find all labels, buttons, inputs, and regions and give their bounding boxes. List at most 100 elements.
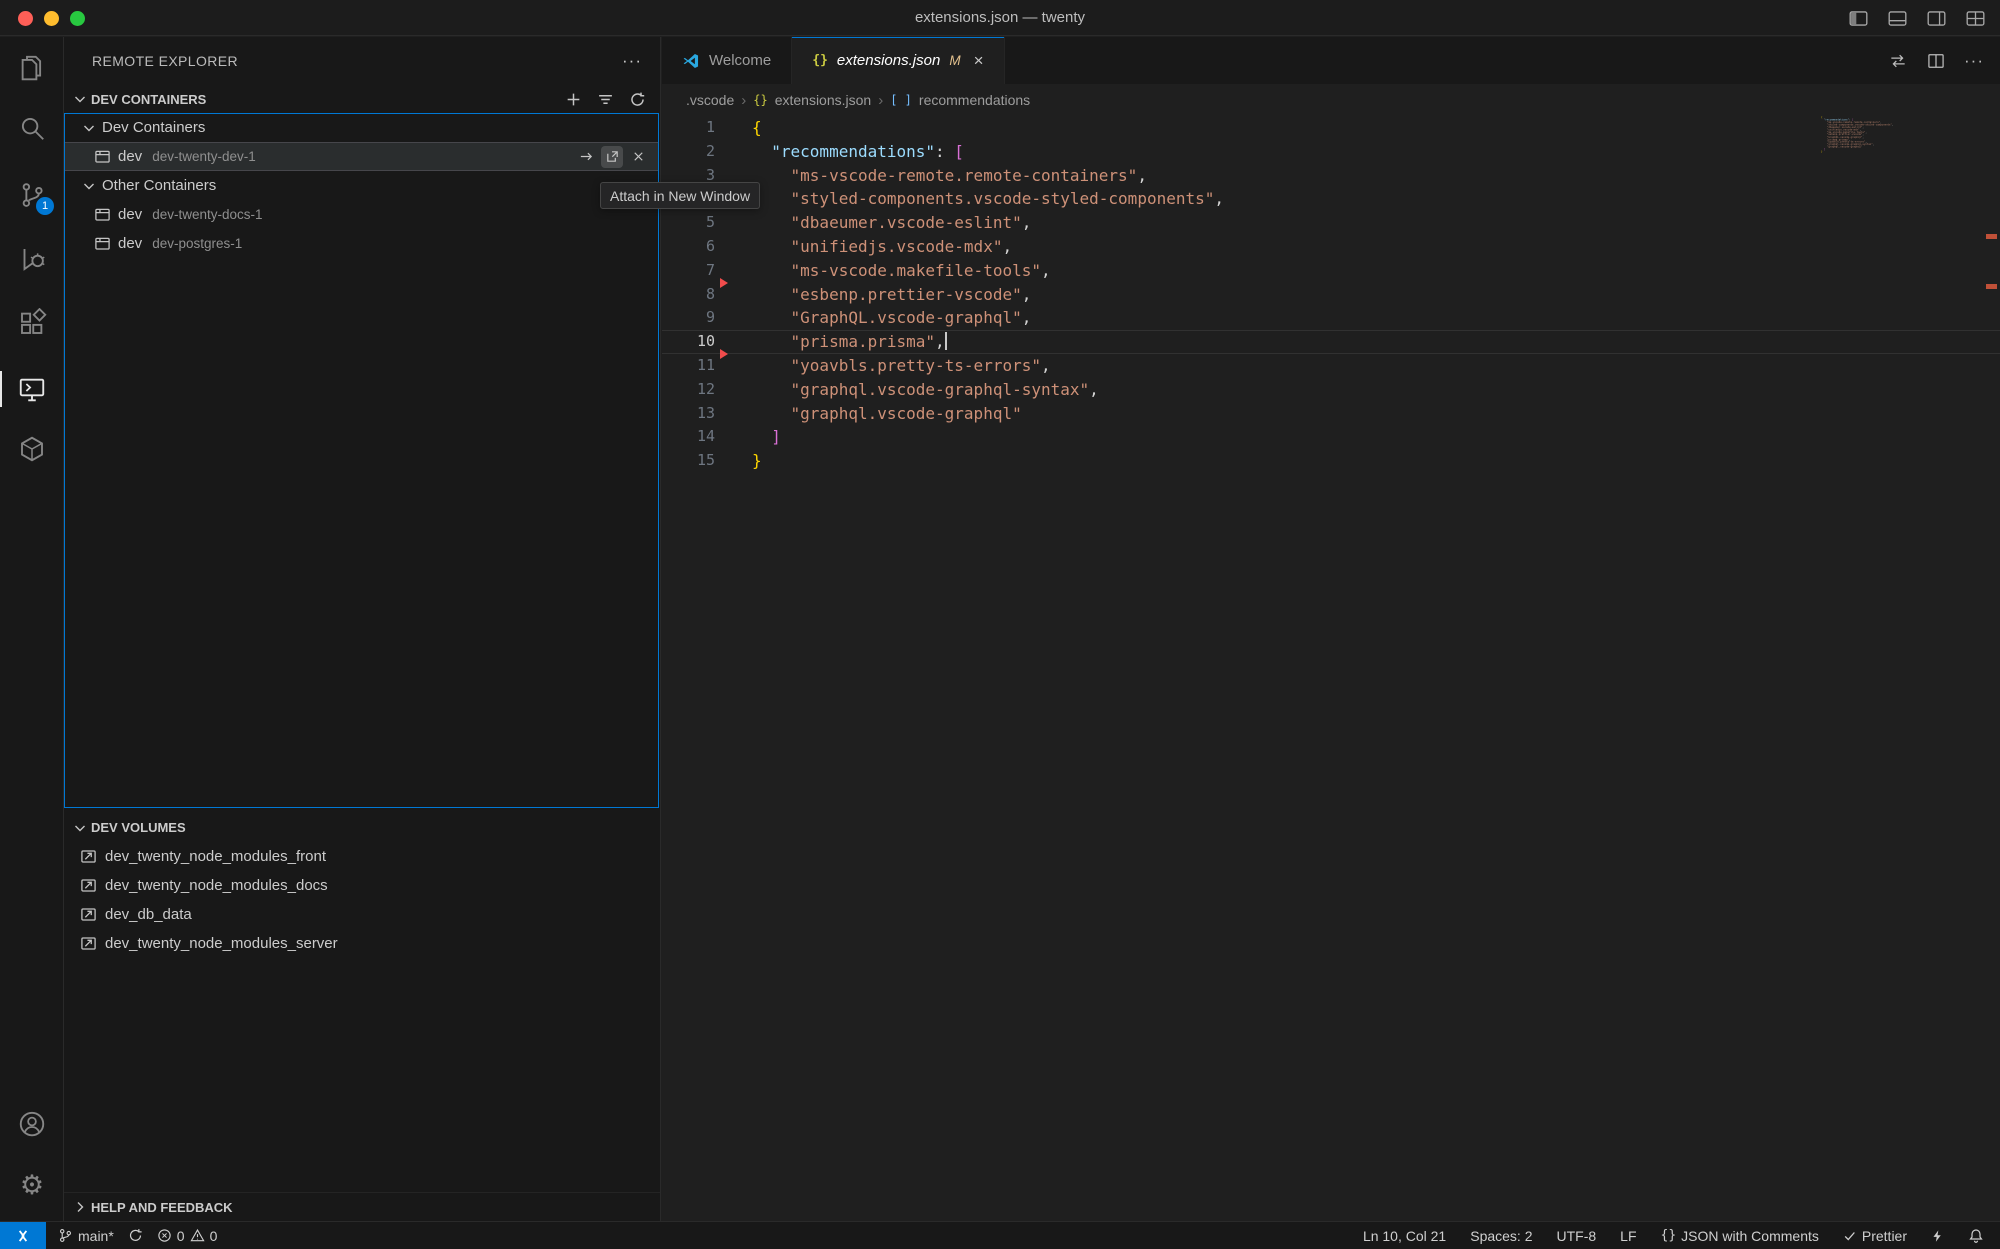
volume-item-dev-twenty-node-modules-front[interactable]: dev_twenty_node_modules_front <box>64 842 660 871</box>
attach-container-icon[interactable] <box>575 146 597 168</box>
volume-label: dev_twenty_node_modules_front <box>105 848 326 865</box>
section-help-and-feedback[interactable]: HELP AND FEEDBACK <box>64 1192 660 1221</box>
toggle-secondary-sidebar-icon[interactable] <box>1926 8 1947 29</box>
customize-layout-icon[interactable] <box>1965 8 1986 29</box>
titlebar: extensions.json — twenty <box>0 0 2000 36</box>
code-line-6[interactable]: 6 "unifiedjs.vscode-mdx", <box>662 235 2000 259</box>
containers-icon[interactable] <box>8 425 56 473</box>
breadcrumb-symbol[interactable]: recommendations <box>919 92 1030 108</box>
remote-explorer-icon[interactable] <box>8 365 56 413</box>
container-item-dev-twenty-docs-1[interactable]: dev dev-twenty-docs-1 <box>64 200 659 229</box>
code-line-2[interactable]: 2 "recommendations": [ <box>662 140 2000 164</box>
tree-group-label: Other Containers <box>102 177 216 194</box>
tab-extensions-json[interactable]: {} extensions.json M × <box>792 37 1004 84</box>
container-icon <box>94 235 111 252</box>
container-name: dev <box>118 206 142 223</box>
remote-indicator[interactable] <box>0 1222 46 1249</box>
code-line-10[interactable]: 10 "prisma.prisma", <box>662 330 2000 354</box>
zoom-window-button[interactable] <box>70 11 85 26</box>
search-icon[interactable] <box>8 104 56 152</box>
language-mode-status[interactable]: {} JSON with Comments <box>1661 1228 1819 1244</box>
filter-list-icon[interactable] <box>597 91 614 108</box>
activity-bar: 1 ⚙ <box>0 37 64 1221</box>
volume-item-dev-twenty-node-modules-docs[interactable]: dev_twenty_node_modules_docs <box>64 871 660 900</box>
symbol-array-icon: [ ] <box>890 93 912 107</box>
volume-icon <box>80 906 97 923</box>
tooltip-attach-in-new-window: Attach in New Window <box>600 182 760 209</box>
container-name: dev <box>118 148 142 165</box>
breadcrumb-file[interactable]: extensions.json <box>775 92 872 108</box>
tree-group-dev-containers[interactable]: Dev Containers <box>64 113 659 142</box>
tab-bar: Welcome {} extensions.json M × ··· <box>662 37 2000 84</box>
container-item-dev-twenty-dev-1[interactable]: dev dev-twenty-dev-1 <box>64 142 659 171</box>
toggle-panel-icon[interactable] <box>1887 8 1908 29</box>
code-line-15[interactable]: 15} <box>662 449 2000 473</box>
container-icon <box>94 148 111 165</box>
code-line-7[interactable]: 7 "ms-vscode.makefile-tools", <box>662 259 2000 283</box>
code-line-11[interactable]: 11 "yoavbls.pretty-ts-errors", <box>662 354 2000 378</box>
refresh-icon[interactable] <box>629 91 646 108</box>
eol-status[interactable]: LF <box>1620 1228 1636 1244</box>
git-deleted-marker <box>720 278 728 288</box>
volume-label: dev_twenty_node_modules_server <box>105 935 338 952</box>
tab-welcome[interactable]: Welcome <box>662 37 792 84</box>
explorer-icon[interactable] <box>8 44 56 92</box>
close-tab-icon[interactable]: × <box>974 51 984 71</box>
container-description: dev-postgres-1 <box>152 236 242 251</box>
breadcrumb-folder[interactable]: .vscode <box>686 92 734 108</box>
extensions-icon[interactable] <box>8 299 56 347</box>
code-line-9[interactable]: 9 "GraphQL.vscode-graphql", <box>662 306 2000 330</box>
chevron-down-icon <box>81 178 97 194</box>
section-dev-volumes[interactable]: DEV VOLUMES <box>64 813 660 842</box>
volume-icon <box>80 848 97 865</box>
container-description: dev-twenty-dev-1 <box>152 149 256 164</box>
minimize-window-button[interactable] <box>44 11 59 26</box>
encoding-status[interactable]: UTF-8 <box>1557 1228 1597 1244</box>
status-bar: main* 0 0 Ln 10, Col 21 Spaces: 2 UTF-8 … <box>0 1221 2000 1249</box>
warning-count: 0 <box>210 1228 218 1244</box>
code-editor[interactable]: 1{2 "recommendations": [3 "ms-vscode-rem… <box>662 116 2000 1221</box>
code-line-3[interactable]: 3 "ms-vscode-remote.remote-containers", <box>662 164 2000 188</box>
container-name: dev <box>118 235 142 252</box>
problems-status[interactable]: 0 0 <box>157 1228 218 1244</box>
open-changes-icon[interactable] <box>1888 51 1908 71</box>
indentation-status[interactable]: Spaces: 2 <box>1470 1228 1532 1244</box>
add-container-icon[interactable] <box>565 91 582 108</box>
git-branch-status[interactable]: main* <box>58 1228 114 1244</box>
breadcrumb: .vscode › {} extensions.json › [ ] recom… <box>662 84 2000 116</box>
line-number: 15 <box>662 449 715 473</box>
split-editor-icon[interactable] <box>1926 51 1946 71</box>
toggle-primary-sidebar-icon[interactable] <box>1848 8 1869 29</box>
tree-group-other-containers[interactable]: Other Containers <box>64 171 659 200</box>
extension-status-icon[interactable] <box>1931 1229 1944 1243</box>
volume-item-dev-db-data[interactable]: dev_db_data <box>64 900 660 929</box>
notifications-bell-icon[interactable] <box>1968 1228 1984 1244</box>
code-line-12[interactable]: 12 "graphql.vscode-graphql-syntax", <box>662 378 2000 402</box>
code-line-8[interactable]: 8 "esbenp.prettier-vscode", <box>662 283 2000 307</box>
volume-item-dev-twenty-node-modules-server[interactable]: dev_twenty_node_modules_server <box>64 929 660 958</box>
code-line-14[interactable]: 14 ] <box>662 425 2000 449</box>
code-line-13[interactable]: 13 "graphql.vscode-graphql" <box>662 402 2000 426</box>
container-description: dev-twenty-docs-1 <box>152 207 262 222</box>
sidebar-more-actions-icon[interactable]: ··· <box>622 51 642 71</box>
stop-container-icon[interactable] <box>627 146 649 168</box>
editor-more-actions-icon[interactable]: ··· <box>1964 51 1984 71</box>
container-item-dev-postgres-1[interactable]: dev dev-postgres-1 <box>64 229 659 258</box>
cursor-position-status[interactable]: Ln 10, Col 21 <box>1363 1228 1446 1244</box>
code-line-4[interactable]: 4 "styled-components.vscode-styled-compo… <box>662 187 2000 211</box>
formatter-status[interactable]: Prettier <box>1843 1228 1907 1244</box>
source-control-icon[interactable]: 1 <box>8 171 56 219</box>
attach-new-window-icon[interactable] <box>601 146 623 168</box>
error-count: 0 <box>177 1228 185 1244</box>
minimap[interactable]: { "recommendations": [ "ms-vscode-remote… <box>1821 116 1901 158</box>
run-debug-icon[interactable] <box>8 235 56 283</box>
section-dev-containers[interactable]: DEV CONTAINERS <box>64 85 660 113</box>
window-title: extensions.json — twenty <box>915 0 1085 36</box>
sync-changes-icon[interactable] <box>128 1228 143 1243</box>
sidebar-title: REMOTE EXPLORER <box>92 53 238 69</box>
settings-gear-icon[interactable]: ⚙ <box>8 1161 56 1209</box>
accounts-icon[interactable] <box>8 1100 56 1148</box>
close-window-button[interactable] <box>18 11 33 26</box>
code-line-1[interactable]: 1{ <box>662 116 2000 140</box>
code-line-5[interactable]: 5 "dbaeumer.vscode-eslint", <box>662 211 2000 235</box>
